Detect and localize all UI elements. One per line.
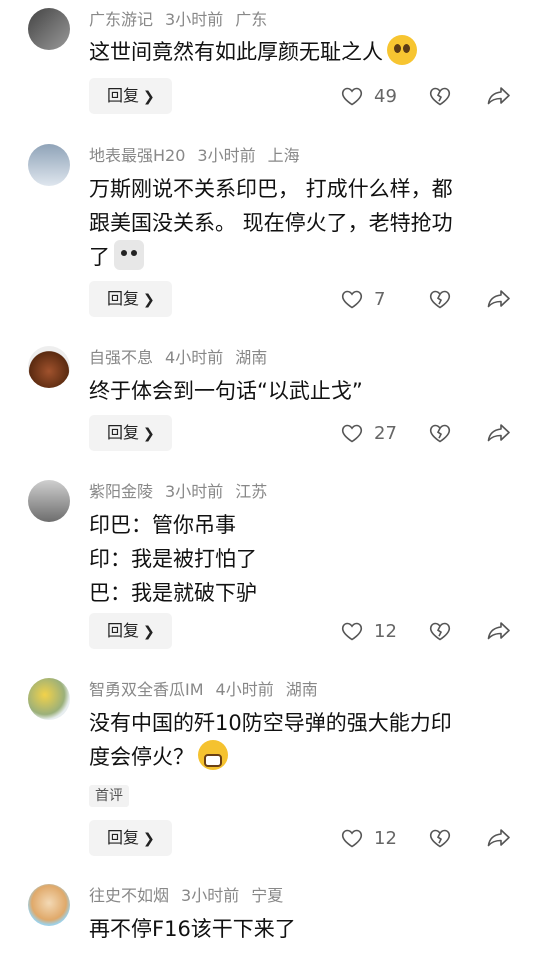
reply-button[interactable]: 回复 ❯	[89, 613, 172, 649]
username[interactable]: 广东游记	[89, 10, 153, 29]
like-count: 12	[374, 620, 397, 642]
like-button[interactable]: 49	[340, 78, 397, 114]
heart-icon	[341, 87, 363, 106]
timestamp: 3小时前	[181, 886, 240, 905]
comment-meta: 往史不如烟 3小时前 宁夏	[89, 886, 295, 906]
location: 宁夏	[251, 886, 284, 905]
timestamp: 3小时前	[165, 10, 224, 29]
comment-text: 万斯刚说不关系印巴， 打成什么样，都 跟美国没关系。 现在停火了，老特抢功 了	[89, 177, 453, 270]
share-icon[interactable]	[486, 421, 512, 445]
location: 广东	[235, 10, 268, 29]
share-icon[interactable]	[486, 287, 512, 311]
like-count: 7	[374, 288, 386, 310]
comment-text: 这世间竟然有如此厚颜无耻之人	[89, 35, 509, 69]
location: 江苏	[235, 482, 268, 501]
comment-text: 终于体会到一句话“以武止戈”	[89, 379, 363, 403]
avatar[interactable]	[28, 480, 70, 522]
comment-actions: 49	[340, 78, 520, 114]
comment-meta: 地表最强H20 3小时前 上海	[89, 146, 312, 166]
timestamp: 3小时前	[197, 146, 256, 165]
username[interactable]: 地表最强H20	[89, 146, 185, 165]
reply-button[interactable]: 回复 ❯	[89, 78, 172, 114]
avatar[interactable]	[28, 8, 70, 50]
broken-heart-icon[interactable]	[428, 84, 452, 108]
heart-icon	[341, 622, 363, 641]
like-count: 49	[374, 85, 397, 107]
broken-heart-icon[interactable]	[428, 826, 452, 850]
location: 湖南	[285, 680, 318, 699]
like-button[interactable]: 12	[340, 820, 397, 856]
broken-heart-icon[interactable]	[428, 287, 452, 311]
like-count: 12	[374, 827, 397, 849]
comment-text: 没有中国的歼10防空导弹的强大能力印 度会停火？	[89, 711, 452, 770]
reply-button[interactable]: 回复 ❯	[89, 415, 172, 451]
share-icon[interactable]	[486, 619, 512, 643]
reply-button[interactable]: 回复 ❯	[89, 281, 172, 317]
comment-meta: 智勇双全香瓜IM 4小时前 湖南	[89, 680, 330, 700]
comment-meta: 自强不息 4小时前 湖南	[89, 348, 279, 368]
first-comment-badge: 首评	[89, 785, 129, 807]
broken-heart-icon[interactable]	[428, 421, 452, 445]
comment-actions: 12	[340, 613, 520, 649]
comment-meta: 紫阳金陵 3小时前 江苏	[89, 482, 279, 502]
broken-heart-icon[interactable]	[428, 619, 452, 643]
grinning-face-icon	[198, 740, 228, 770]
comment-actions: 12	[340, 820, 520, 856]
comment-actions: 27	[340, 415, 520, 451]
share-icon[interactable]	[486, 826, 512, 850]
reply-button[interactable]: 回复 ❯	[89, 820, 172, 856]
like-count: 27	[374, 422, 397, 444]
username[interactable]: 往史不如烟	[89, 886, 169, 905]
avatar[interactable]	[28, 678, 70, 720]
avatar[interactable]	[28, 346, 70, 388]
like-button[interactable]: 12	[340, 613, 397, 649]
comment-meta: 广东游记 3小时前 广东	[89, 10, 279, 30]
pleading-face-icon	[387, 35, 417, 65]
comment-text: 再不停F16该干下来了	[89, 917, 296, 941]
avatar[interactable]	[28, 144, 70, 186]
heart-icon	[341, 424, 363, 443]
timestamp: 4小时前	[215, 680, 274, 699]
location: 上海	[267, 146, 300, 165]
username[interactable]: 智勇双全香瓜IM	[89, 680, 204, 699]
timestamp: 3小时前	[165, 482, 224, 501]
username[interactable]: 紫阳金陵	[89, 482, 153, 501]
username[interactable]: 自强不息	[89, 348, 153, 367]
share-icon[interactable]	[486, 84, 512, 108]
heart-icon	[341, 829, 363, 848]
comment-text: 印巴：管你吊事 印：我是被打怕了 巴：我是就破下驴	[89, 513, 257, 605]
like-button[interactable]: 7	[340, 281, 385, 317]
dog-face-icon	[114, 240, 144, 270]
heart-icon	[341, 290, 363, 309]
like-button[interactable]: 27	[340, 415, 397, 451]
location: 湖南	[235, 348, 268, 367]
timestamp: 4小时前	[165, 348, 224, 367]
comment-actions: 7	[340, 281, 520, 317]
avatar[interactable]	[28, 884, 70, 926]
